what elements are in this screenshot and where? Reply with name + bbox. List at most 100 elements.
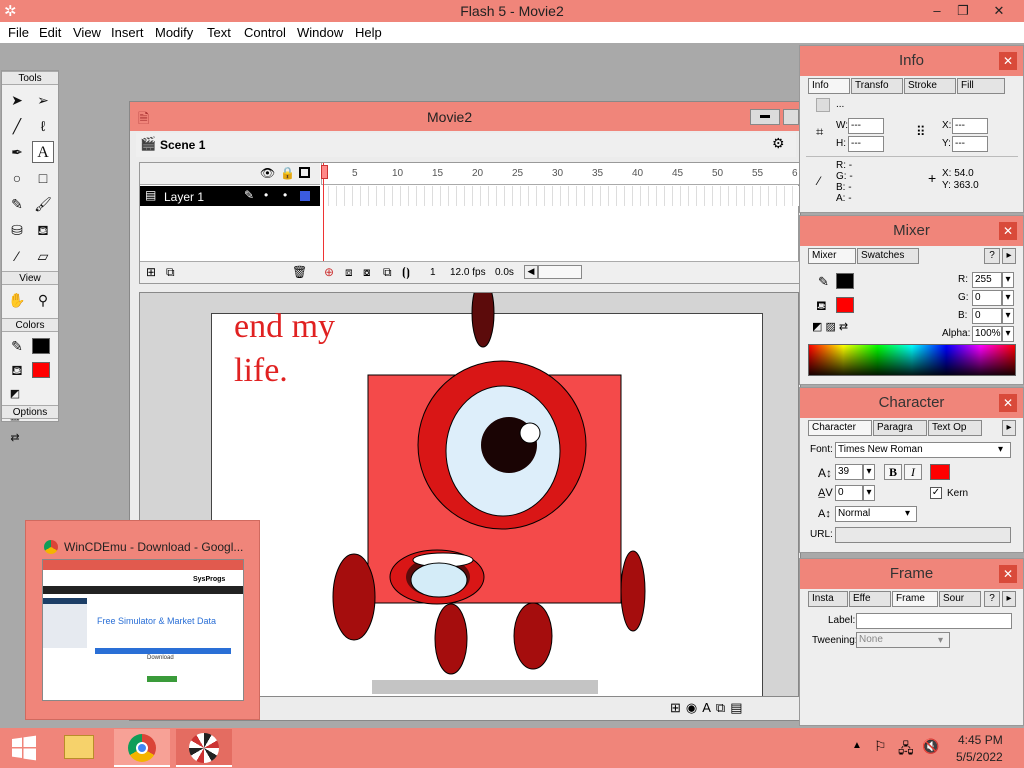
mixer-menu-icon[interactable]: ▸ — [1002, 248, 1016, 264]
eye-icon[interactable]: 👁 — [260, 166, 275, 180]
menu-text[interactable]: Text — [207, 25, 231, 40]
kern-checkbox[interactable]: ✓ — [930, 487, 942, 499]
character-icon[interactable]: A — [702, 700, 716, 715]
tracking-dropdown[interactable]: ▾ — [863, 485, 875, 501]
tab-mixer[interactable]: Mixer — [808, 248, 856, 264]
menu-view[interactable]: View — [73, 25, 101, 40]
tab-effect[interactable]: Effe — [849, 591, 891, 607]
layer-lock-dot[interactable]: • — [283, 188, 287, 202]
center-frame-icon[interactable]: ⊕ — [324, 265, 334, 279]
tab-swatches[interactable]: Swatches — [857, 248, 919, 264]
brush-tool-icon[interactable]: 🖌 — [32, 193, 54, 215]
alpha-dropdown[interactable]: ▾ — [1002, 326, 1014, 342]
movie-restore-button[interactable] — [783, 109, 799, 125]
tab-text-options[interactable]: Text Op — [928, 420, 982, 436]
onion-outline-icon[interactable]: ⧇ — [363, 265, 371, 280]
arrow-tool-icon[interactable]: ➤ — [6, 89, 28, 111]
add-layer-icon[interactable]: ⊞ — [146, 265, 156, 279]
frame-ruler[interactable]: 5 10 15 20 25 30 35 40 45 50 55 6 — [321, 163, 800, 185]
modify-markers-icon[interactable]: ⦗⦘ — [402, 265, 410, 280]
tab-stroke[interactable]: Stroke — [904, 78, 956, 94]
tab-info[interactable]: Info — [808, 78, 850, 94]
character-menu-icon[interactable]: ▸ — [1002, 420, 1016, 436]
ink-bottle-icon[interactable]: ⛁ — [6, 219, 28, 241]
outline-icon[interactable] — [299, 167, 310, 178]
eraser-tool-icon[interactable]: ▱ — [32, 245, 54, 267]
font-select-arrow[interactable]: ▾ — [998, 444, 1003, 455]
instance-icon[interactable]: ⧉ — [716, 700, 730, 715]
w-field[interactable]: --- — [848, 118, 884, 134]
mixer-help-icon[interactable]: ? — [984, 248, 1000, 264]
tab-instance[interactable]: Insta — [808, 591, 848, 607]
tab-transform[interactable]: Transfo — [851, 78, 903, 94]
tab-paragraph[interactable]: Paragra — [873, 420, 927, 436]
subselect-tool-icon[interactable]: ➢ — [32, 89, 54, 111]
frame-help-icon[interactable]: ? — [984, 591, 1000, 607]
show-hidden-icons-icon[interactable]: ▲ — [852, 740, 862, 751]
maximize-button[interactable]: ❐ — [948, 0, 978, 22]
color-spectrum[interactable] — [808, 344, 1016, 376]
font-size-dropdown[interactable]: ▾ — [863, 464, 875, 480]
scene-name[interactable]: Scene 1 — [160, 138, 205, 152]
tracking-field[interactable]: 0 — [835, 485, 863, 501]
alpha-field[interactable]: 100% — [972, 326, 1002, 342]
b-dropdown[interactable]: ▾ — [1002, 308, 1014, 324]
movie-minimize-button[interactable]: ▬ — [750, 109, 780, 125]
baseline-arrow[interactable]: ▾ — [905, 508, 910, 519]
rectangle-tool-icon[interactable]: □ — [32, 167, 54, 189]
lock-icon[interactable]: 🔒 — [280, 166, 295, 180]
menu-control[interactable]: Control — [244, 25, 286, 40]
playhead-head[interactable] — [321, 165, 328, 179]
start-button[interactable] — [0, 728, 48, 768]
italic-button[interactable]: I — [904, 464, 922, 480]
frame-menu-icon[interactable]: ▸ — [1002, 591, 1016, 607]
tab-sound[interactable]: Sour — [939, 591, 981, 607]
swap-colors-icon[interactable]: ◩ ▨ ⇄ — [4, 383, 26, 444]
frame-label-field[interactable] — [856, 613, 1012, 629]
y-field[interactable]: --- — [952, 136, 988, 152]
hand-tool-icon[interactable]: ✋ — [6, 289, 28, 311]
tweening-arrow[interactable]: ▾ — [938, 635, 943, 646]
edit-multiple-icon[interactable]: ⧉ — [383, 265, 392, 280]
zoom-tool-icon[interactable]: ⚲ — [32, 289, 54, 311]
timeline-hscroll[interactable] — [538, 265, 582, 279]
action-center-icon[interactable]: ⚐ — [874, 738, 887, 755]
info-close-button[interactable]: ✕ — [999, 52, 1017, 70]
pen-tool-icon[interactable]: ✒ — [6, 141, 28, 163]
line-tool-icon[interactable]: ╱ — [6, 115, 28, 137]
dropper-tool-icon[interactable]: ⁄ — [6, 245, 28, 267]
x-field[interactable]: --- — [952, 118, 988, 134]
menu-window[interactable]: Window — [297, 25, 343, 40]
clock-date[interactable]: 5/5/2022 — [956, 750, 1003, 764]
lasso-tool-icon[interactable]: ℓ — [32, 115, 54, 137]
font-size-field[interactable]: 39 — [835, 464, 863, 480]
flash-taskbar-button[interactable] — [176, 729, 232, 767]
network-icon[interactable]: 🖧 — [898, 738, 914, 762]
add-guide-layer-icon[interactable]: ⧉ — [166, 265, 175, 280]
menu-file[interactable]: File — [8, 25, 29, 40]
paint-bucket-icon[interactable]: ⛾ — [32, 219, 54, 241]
font-select[interactable]: Times New Roman — [835, 442, 1011, 458]
trash-icon[interactable]: 🗑 — [292, 265, 307, 279]
scroll-left-icon[interactable]: ◀ — [524, 265, 538, 279]
character-close-button[interactable]: ✕ — [999, 394, 1017, 412]
text-tool-icon[interactable]: A — [32, 141, 54, 163]
mixer-close-button[interactable]: ✕ — [999, 222, 1017, 240]
b-field[interactable]: 0 — [972, 308, 1002, 324]
close-button[interactable]: ✕ — [984, 0, 1014, 22]
mixer-icon[interactable]: ◉ — [686, 700, 702, 715]
align-icon[interactable]: ⊞ — [670, 700, 686, 715]
r-dropdown[interactable]: ▾ — [1002, 272, 1014, 288]
g-dropdown[interactable]: ▾ — [1002, 290, 1014, 306]
taskbar-preview[interactable]: WinCDEmu - Download - Googl... SysProgs … — [25, 520, 260, 720]
stroke-color-swatch[interactable] — [32, 338, 50, 354]
library-icon[interactable]: ▤ — [730, 700, 747, 715]
tab-frame[interactable]: Frame — [892, 591, 938, 607]
tweening-select[interactable]: None — [856, 632, 950, 648]
tab-fill[interactable]: Fill — [957, 78, 1005, 94]
menu-help[interactable]: Help — [355, 25, 382, 40]
menu-modify[interactable]: Modify — [155, 25, 193, 40]
menu-edit[interactable]: Edit — [39, 25, 61, 40]
edit-scene-icon[interactable]: ⚙ — [772, 135, 785, 152]
volume-muted-icon[interactable]: 🔇 — [922, 738, 939, 755]
